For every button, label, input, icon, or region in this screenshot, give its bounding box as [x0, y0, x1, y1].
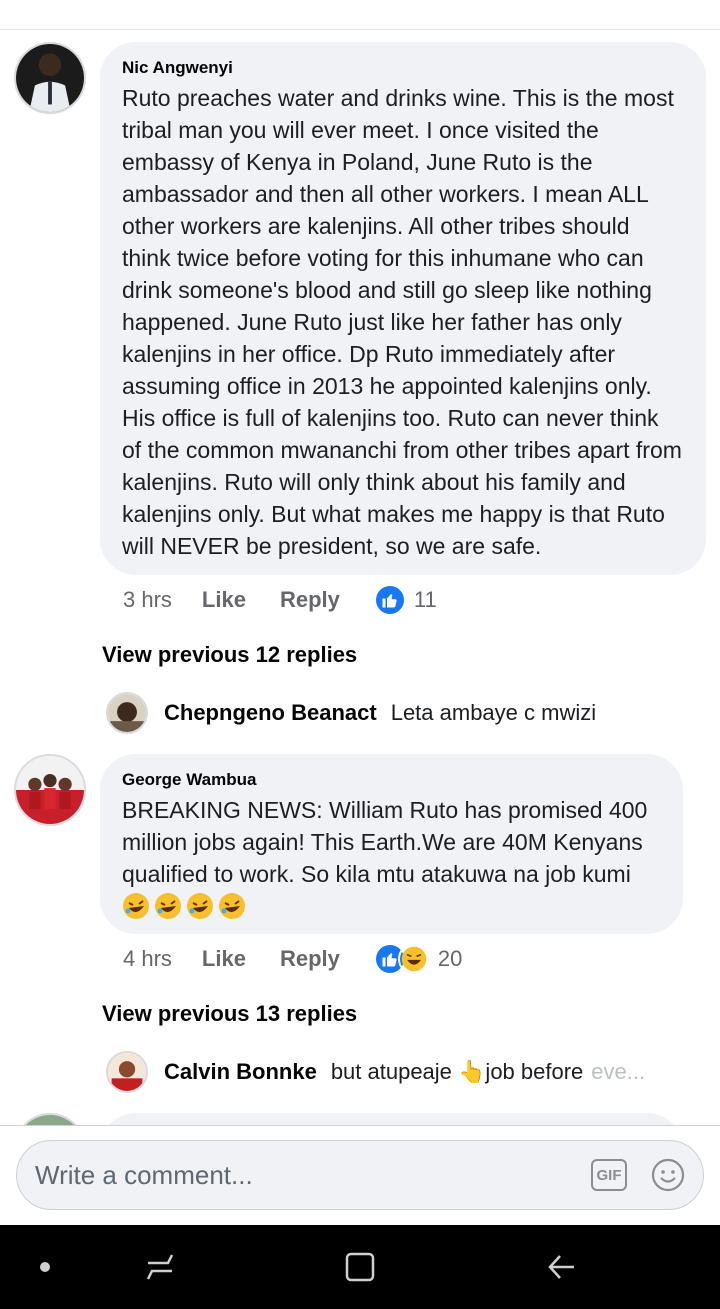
view-previous-replies[interactable]: View previous 13 replies	[102, 1001, 357, 1027]
reply-text: but atupeaje 👆job before	[330, 1059, 584, 1084]
smiley-icon[interactable]	[651, 1158, 685, 1192]
comment-text: Ruto preaches water and drinks wine. Thi…	[122, 85, 682, 559]
comment-composer-bar: GIF	[0, 1125, 720, 1225]
comment-input[interactable]	[35, 1159, 591, 1191]
comment-text: BREAKING NEWS: William Ruto has promised…	[122, 797, 648, 887]
gif-button[interactable]: GIF	[591, 1159, 627, 1191]
comment-actions: 3 hrs Like Reply 11	[123, 584, 437, 616]
comments-screen: Nic Angwenyi Ruto preaches water and dri…	[0, 0, 720, 1309]
home-icon[interactable]	[330, 1225, 390, 1309]
rolling-laughing-emoji	[218, 892, 246, 920]
reply-button[interactable]: Reply	[280, 946, 340, 972]
view-previous-replies[interactable]: View previous 12 replies	[102, 642, 357, 668]
rolling-laughing-emoji	[154, 892, 182, 920]
like-button[interactable]: Like	[202, 946, 246, 972]
recents-icon[interactable]	[130, 1225, 190, 1309]
comment-bubble[interactable]	[100, 1113, 683, 1125]
rolling-laughing-emoji	[186, 892, 214, 920]
reply-author[interactable]: Calvin Bonnke	[164, 1059, 317, 1085]
comment-bubble[interactable]: Nic Angwenyi Ruto preaches water and dri…	[100, 42, 706, 575]
avatar[interactable]	[106, 1051, 148, 1093]
comment-feed[interactable]: Nic Angwenyi Ruto preaches water and dri…	[0, 30, 720, 1125]
comment-author[interactable]: Nic Angwenyi	[122, 58, 684, 78]
back-icon[interactable]	[532, 1225, 592, 1309]
comment-author[interactable]: George Wambua	[122, 770, 661, 790]
avatar[interactable]	[106, 692, 148, 734]
rolling-laughing-emoji	[122, 892, 150, 920]
reply-preview[interactable]: Chepngeno Beanact Leta ambaye c mwizi	[106, 692, 596, 734]
comment-timestamp[interactable]: 3 hrs	[123, 587, 172, 613]
reply-text-truncated: eve...	[591, 1059, 646, 1084]
reply-button[interactable]: Reply	[280, 587, 340, 613]
reply-text: Leta ambaye c mwizi	[390, 700, 597, 725]
comment-bubble[interactable]: George Wambua BREAKING NEWS: William Rut…	[100, 754, 683, 934]
avatar[interactable]	[14, 42, 86, 114]
avatar[interactable]	[14, 1113, 86, 1125]
comment-timestamp[interactable]: 4 hrs	[123, 946, 172, 972]
comment-composer[interactable]: GIF	[16, 1140, 704, 1210]
reaction-count[interactable]: 20	[438, 946, 462, 972]
reaction-count[interactable]: 11	[414, 587, 437, 613]
like-icon[interactable]	[373, 584, 406, 616]
dot-icon[interactable]	[20, 1225, 70, 1309]
avatar[interactable]	[14, 754, 86, 826]
like-button[interactable]: Like	[202, 587, 246, 613]
emoji-row	[122, 892, 661, 920]
reply-author[interactable]: Chepngeno Beanact	[164, 700, 377, 726]
haha-icon[interactable]	[397, 943, 430, 975]
comment-actions: 4 hrs Like Reply 20	[123, 943, 462, 975]
system-nav-bar	[0, 1225, 720, 1309]
reply-preview[interactable]: Calvin Bonnke but atupeaje 👆job before e…	[106, 1051, 645, 1093]
